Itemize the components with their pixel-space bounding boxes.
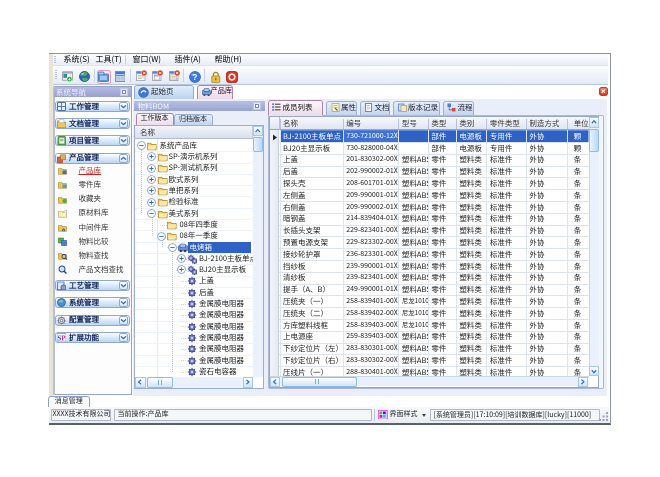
- svg-text:?: ?: [192, 73, 197, 82]
- svg-text:SP: SP: [58, 334, 67, 341]
